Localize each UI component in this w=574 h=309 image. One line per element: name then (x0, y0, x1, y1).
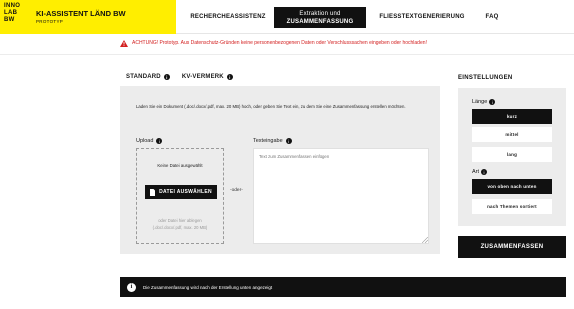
info-icon[interactable]: i (156, 138, 163, 144)
length-label: Länge i (472, 99, 496, 105)
upload-label: Upload i (136, 138, 163, 144)
type-label: Art i (472, 169, 488, 175)
mode-tabs: STANDARD i KV-VERMERK i (120, 68, 239, 86)
info-icon[interactable]: i (285, 138, 292, 144)
tab-kv-vermerk[interactable]: KV-VERMERK i (176, 68, 239, 86)
drop-hint-line2: (.doc/.docx/.pdf, max. 20 MB) (152, 225, 208, 230)
settings-title: EINSTELLUNGEN (458, 75, 513, 81)
app-title: KI-ASSISTENT LÄND BW (36, 9, 126, 18)
nav-zusammenfassung-line1: Extraktion und (299, 10, 341, 17)
file-icon (150, 188, 156, 196)
intro-text: Laden Sie ein Dokument (.doc/.docx/.pdf,… (136, 104, 406, 109)
info-icon: i (127, 282, 136, 292)
innolab-logo: INNO LAB BW (4, 3, 30, 31)
summarize-button[interactable]: ZUSAMMENFASSEN (458, 236, 566, 258)
tab-standard-label: STANDARD (126, 74, 161, 80)
app-subtitle: PROTOTYP (36, 19, 64, 24)
nav-fliesstextgenerierung[interactable]: FLIESSTEXTGENERIERUNG (372, 0, 472, 34)
choose-file-button[interactable]: DATEI AUSWÄHLEN (145, 185, 217, 199)
result-info-bar: i Die Zusammenfassung wird nach der Erst… (120, 277, 566, 297)
upload-label-text: Upload (136, 138, 154, 144)
info-icon[interactable]: i (163, 74, 170, 80)
text-input-field[interactable] (253, 148, 429, 244)
tab-kv-vermerk-label: KV-VERMERK (181, 74, 224, 80)
type-option-by-topic[interactable]: nach Themen sortiert (472, 199, 552, 214)
choose-file-label: DATEI AUSWÄHLEN (159, 189, 212, 195)
logo-line-3: BW (4, 17, 15, 23)
summary-input-panel: Laden Sie ein Dokument (.doc/.docx/.pdf,… (120, 86, 440, 254)
header-divider (0, 54, 574, 55)
text-input-label-text: Texteingabe (253, 138, 283, 144)
top-header: INNO LAB BW KI-ASSISTENT LÄND BW PROTOTY… (0, 0, 574, 34)
settings-panel: Länge i kurz mittel lang Art i von oben … (458, 88, 566, 226)
no-file-status: Keine Datei ausgewählt (157, 163, 203, 168)
resize-handle-icon[interactable] (422, 237, 428, 243)
type-option-top-down[interactable]: von oben nach unten (472, 179, 552, 194)
or-separator: -oder- (230, 188, 243, 193)
privacy-warning: ACHTUNG! Prototyp. Aus Datenschutz-Gründ… (120, 38, 470, 48)
info-icon[interactable]: i (489, 99, 496, 105)
drop-hint-line1: oder Datei hier ablegen (158, 218, 202, 223)
length-option-kurz[interactable]: kurz (472, 109, 552, 124)
length-option-mittel[interactable]: mittel (472, 127, 552, 142)
text-input-label: Texteingabe i (253, 138, 292, 144)
logo-line-1: INNO (4, 3, 21, 9)
result-info-text: Die Zusammenfassung wird nach der Erstel… (143, 284, 273, 290)
type-label-text: Art (472, 169, 480, 175)
tab-standard[interactable]: STANDARD i (120, 68, 176, 86)
nav-rechercheassistenz[interactable]: RECHERCHEASSISTENZ (183, 0, 273, 34)
drop-hint: oder Datei hier ablegen (.doc/.docx/.pdf… (137, 217, 223, 231)
length-label-text: Länge (472, 99, 488, 105)
length-option-lang[interactable]: lang (472, 147, 552, 162)
warning-text: ACHTUNG! Prototyp. Aus Datenschutz-Gründ… (132, 40, 427, 46)
file-dropzone[interactable]: Keine Datei ausgewählt DATEI AUSWÄHLEN o… (136, 148, 224, 244)
nav-zusammenfassung[interactable]: Extraktion und ZUSAMMENFASSUNG (274, 7, 366, 28)
brand-block[interactable]: INNO LAB BW KI-ASSISTENT LÄND BW PROTOTY… (0, 0, 176, 34)
nav-faq[interactable]: FAQ (478, 0, 506, 34)
nav-zusammenfassung-line2: ZUSAMMENFASSUNG (286, 18, 354, 25)
info-icon[interactable]: i (226, 74, 233, 80)
logo-line-2: LAB (4, 10, 18, 16)
warning-triangle-icon (120, 39, 128, 47)
info-icon[interactable]: i (481, 169, 488, 175)
